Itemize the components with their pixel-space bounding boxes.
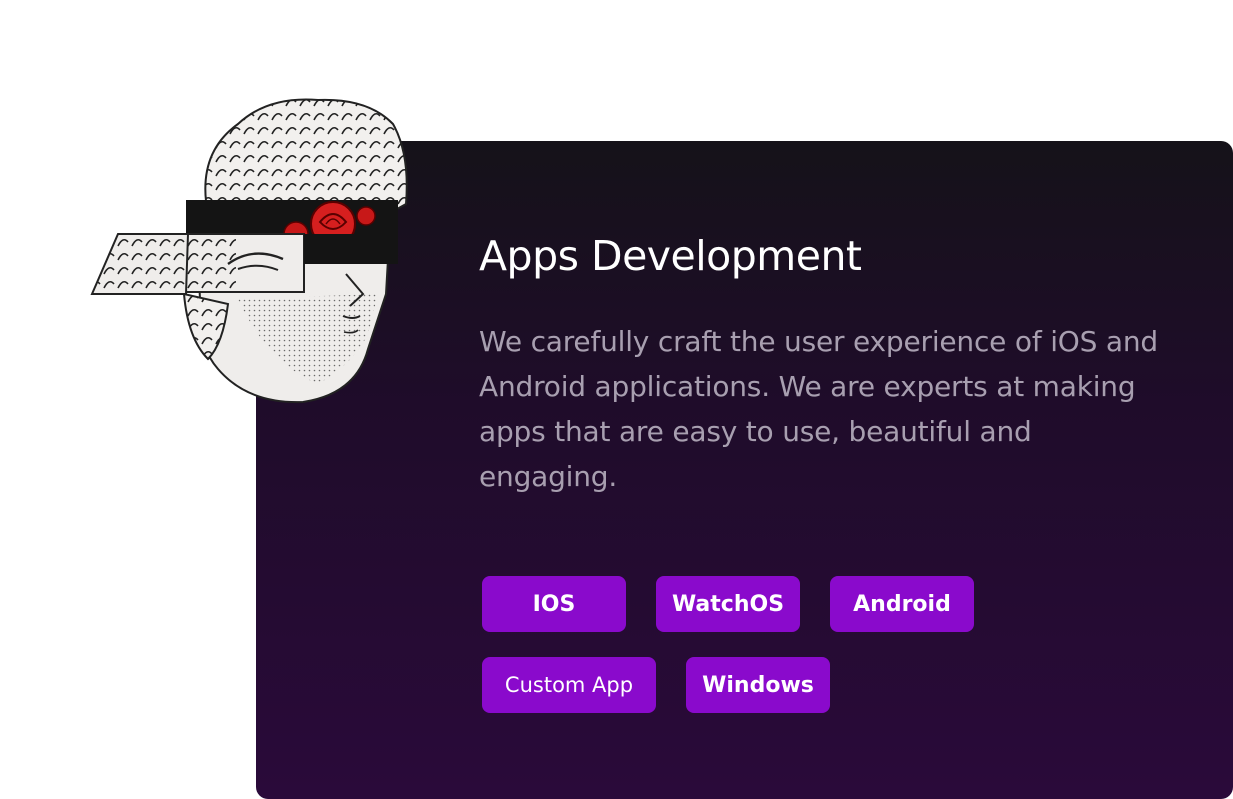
service-description: We carefully craft the user experience o… [479,325,1158,493]
tag-custom-app[interactable]: Custom App [482,657,656,713]
tag-android[interactable]: Android [830,576,974,632]
statue-head-with-rose-blindfold-icon [90,98,408,404]
tag-ios[interactable]: IOS [482,576,626,632]
tag-watchos[interactable]: WatchOS [656,576,800,632]
tag-windows[interactable]: Windows [686,657,830,713]
page-title: Apps Development [479,232,862,280]
page: Apps Development We carefully craft the … [0,0,1233,799]
